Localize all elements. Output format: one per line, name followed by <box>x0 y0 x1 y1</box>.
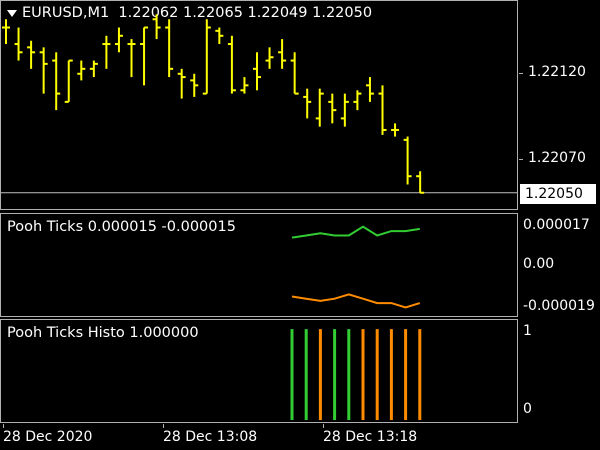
ohlc-bar <box>140 26 149 86</box>
ohlc-bar <box>240 77 249 94</box>
ohlc-bar <box>102 35 111 69</box>
ohlc-bar <box>27 40 36 69</box>
ohlc-bar <box>39 47 48 94</box>
ohlc-bar <box>328 93 337 124</box>
ohlc-bar <box>365 77 374 102</box>
ticks-down-line <box>291 293 421 309</box>
pooh-ticks-pane[interactable]: Pooh Ticks 0.000015 -0.000015 <box>0 213 518 317</box>
time-label-1: 28 Dec 2020 <box>3 429 93 445</box>
pooh-histo-pane[interactable]: Pooh Ticks Histo 1.000000 <box>0 319 518 423</box>
ohlc-bar <box>177 68 186 99</box>
ohlc-bar <box>77 60 86 81</box>
price-label-2: 1.22070 <box>528 150 586 166</box>
histo-scale-bottom: 0 <box>523 401 532 417</box>
ohlc-bar <box>14 27 23 61</box>
current-price-tag: 1.22050 <box>520 184 596 204</box>
ticks-up-line <box>291 225 420 239</box>
ticks-scale-bottom: -0.000019 <box>523 298 595 314</box>
ohlc-bar <box>152 14 161 40</box>
ohlc-bar <box>290 52 299 95</box>
ohlc-bar <box>89 60 98 78</box>
ohlc-bar <box>315 88 324 127</box>
ohlc-bar <box>353 90 362 111</box>
ohlc-bar <box>403 136 412 185</box>
ohlc-bar <box>2 19 10 45</box>
ohlc-bar <box>64 59 73 103</box>
ohlc-bar <box>303 88 312 119</box>
ohlc-bar <box>227 35 236 94</box>
ohlc-bar <box>391 123 400 137</box>
time-label-3: 28 Dec 13:18 <box>323 429 418 445</box>
ohlc-bar <box>202 19 211 95</box>
price-label-1: 1.22120 <box>528 64 586 80</box>
ohlc-bar <box>278 39 287 69</box>
ohlc-bar <box>127 39 136 78</box>
ohlc-bar <box>265 47 274 69</box>
time-label-2: 28 Dec 13:08 <box>163 429 258 445</box>
histo-scale-top: 1 <box>523 323 532 339</box>
time-axis[interactable]: 28 Dec 2020 28 Dec 13:08 28 Dec 13:18 <box>0 424 518 450</box>
ohlc-bar <box>253 52 261 91</box>
ohlc-bars <box>1 14 517 194</box>
ohlc-bar <box>114 27 123 53</box>
ohlc-bar <box>52 52 61 111</box>
ohlc-bar <box>165 19 174 78</box>
ohlc-bar <box>340 93 349 127</box>
ohlc-bar <box>378 85 387 135</box>
ticks-scale-zero: 0.00 <box>523 256 555 272</box>
main-price-pane[interactable]: EURUSD,M1 1.22062 1.22065 1.22049 1.2205… <box>0 0 518 210</box>
price-scale[interactable]: 1.22120 1.22070 1.22050 0.000017 0.00 -0… <box>519 0 600 424</box>
ohlc-bar <box>416 171 425 194</box>
ohlc-bar <box>190 73 199 97</box>
ohlc-bar <box>215 27 224 45</box>
pooh-histo-bars <box>290 329 422 420</box>
pooh-ticks-lines <box>291 225 421 309</box>
ticks-scale-top: 0.000017 <box>523 217 590 233</box>
